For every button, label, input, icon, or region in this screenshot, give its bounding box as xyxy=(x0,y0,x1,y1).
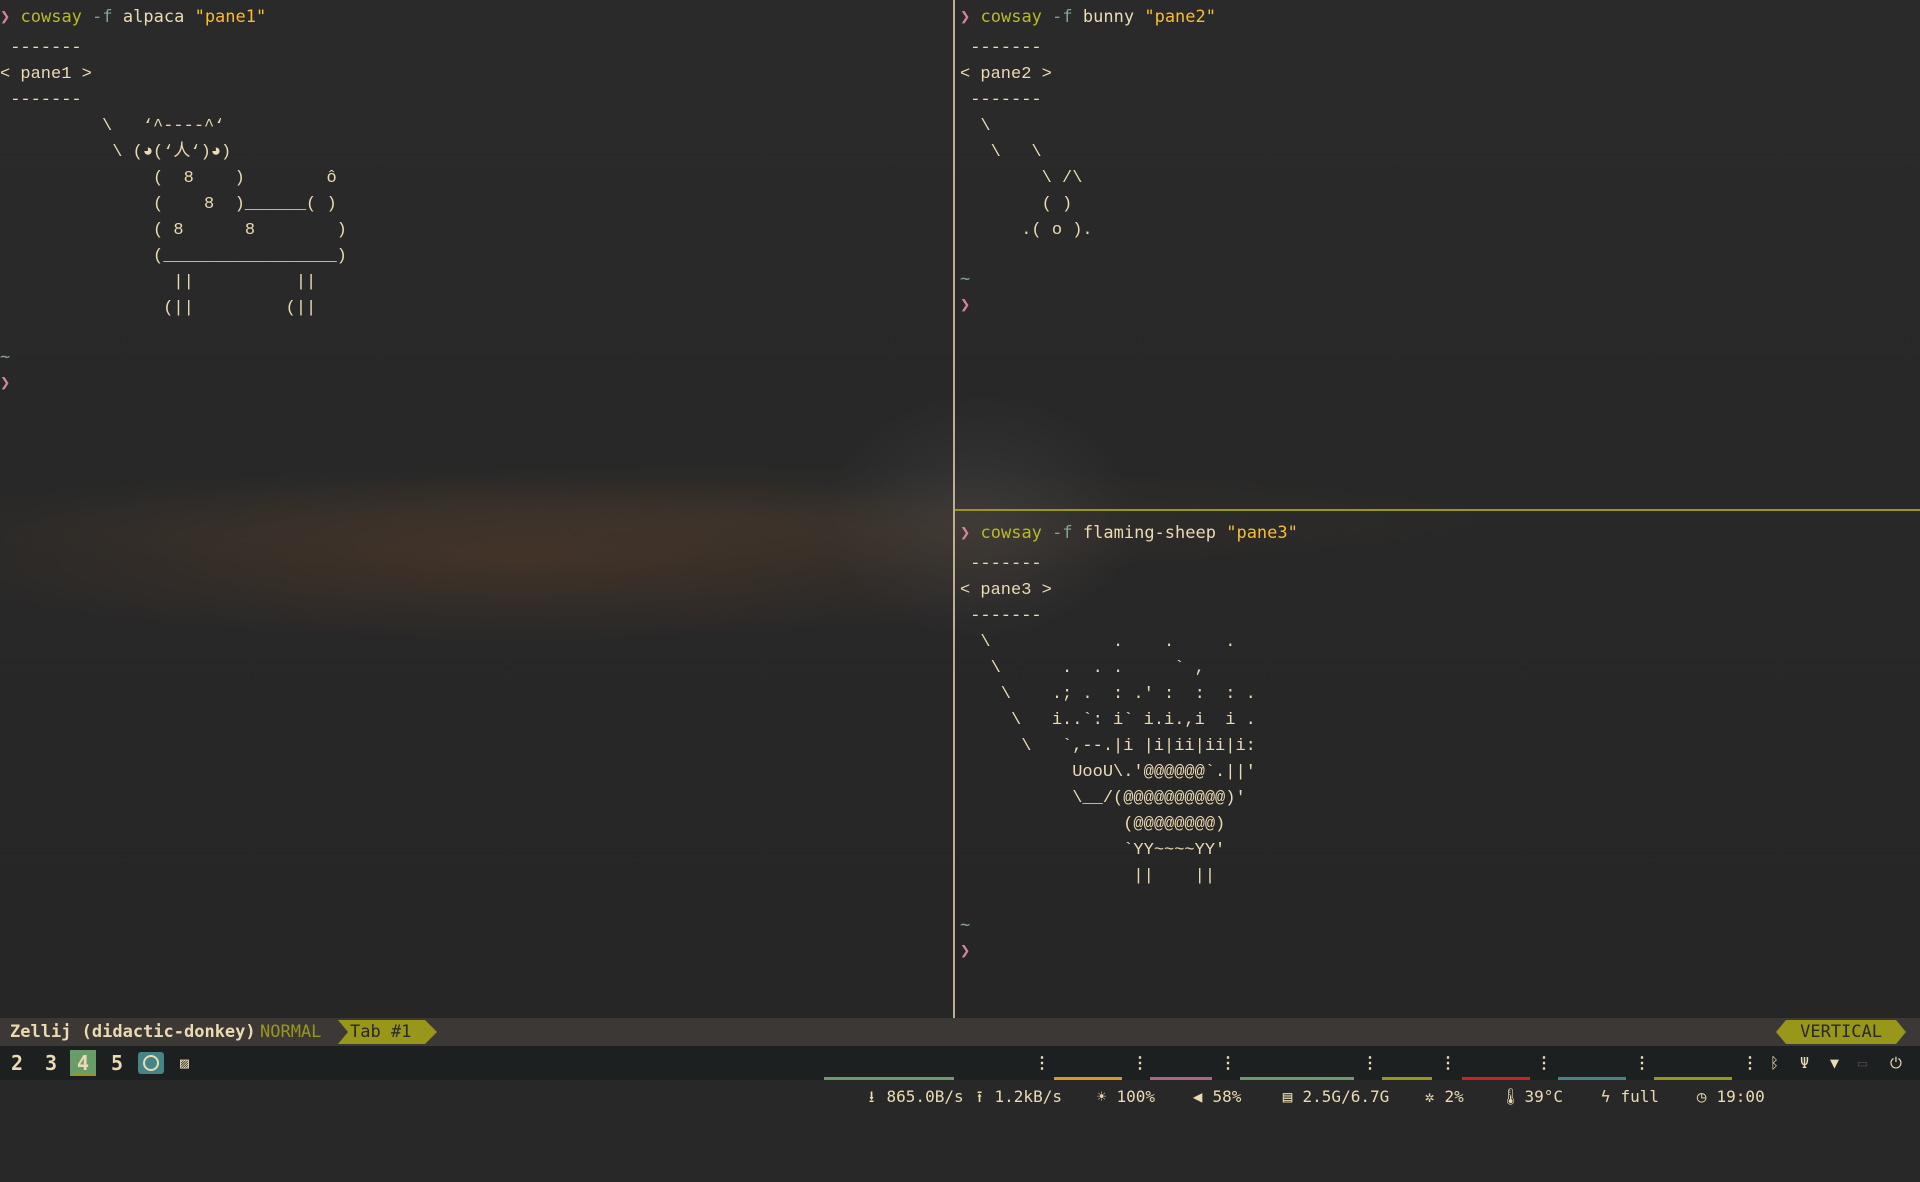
prompt-symbol: ❯ xyxy=(960,7,971,27)
volume-value: 58% xyxy=(1212,1087,1242,1106)
memory-value: 2.5G/6.7G xyxy=(1302,1087,1390,1106)
workspace-2[interactable]: 2 xyxy=(4,1050,30,1076)
cpu-icon: ✲ xyxy=(1424,1087,1435,1106)
separator: ⋮ xyxy=(1634,1053,1650,1072)
layout-indicator[interactable]: VERTICAL xyxy=(1776,1020,1906,1044)
prompt-symbol: ❯ xyxy=(0,7,11,27)
empty-line-marker: ~ xyxy=(960,915,971,935)
workspace-3[interactable]: 3 xyxy=(38,1050,64,1076)
command-name: cowsay xyxy=(980,7,1042,27)
system-bar: 2 3 4 5 ▨ ⭳ 865.0B/s ⭱ 1.2kB/s ⋮ ☀ 100% ⋮ ◀… xyxy=(0,1046,1920,1106)
input-prompt[interactable]: ❯ xyxy=(0,370,10,396)
keyboard-icon[interactable]: ▭ xyxy=(1858,1046,1867,1080)
command-name: cowsay xyxy=(20,7,82,27)
command-line: ❯ cowsay -f flaming-sheep "pane3" xyxy=(960,520,1298,546)
volume-module[interactable]: ◀ 58% xyxy=(1150,1046,1241,1106)
hidden-window-icon[interactable]: ▨ xyxy=(180,1046,189,1080)
separator: ⋮ xyxy=(1440,1053,1456,1072)
command-flag: -f xyxy=(92,7,113,27)
cpu-module[interactable]: ✲ 2% xyxy=(1382,1046,1464,1106)
sun-icon: ☀ xyxy=(1096,1087,1107,1106)
tab-1[interactable]: Tab #1 xyxy=(338,1020,438,1044)
terminal-pane-3[interactable]: ❯ cowsay -f flaming-sheep "pane3" ------… xyxy=(956,512,1920,1018)
thermometer-icon: 🌡 xyxy=(1500,1087,1521,1106)
special-workspace-icon[interactable] xyxy=(138,1052,164,1074)
command-string: "pane2" xyxy=(1144,7,1216,27)
separator: ⋮ xyxy=(1220,1053,1236,1072)
plug-icon: ϟ xyxy=(1600,1087,1611,1106)
download-icon: ⭳ xyxy=(868,1087,875,1106)
tab-label: Tab #1 xyxy=(350,1022,412,1042)
cowsay-output: ------- < pane3 > ------- \ . . . \ . . … xyxy=(960,555,1256,886)
command-arg: flaming-sheep xyxy=(1082,523,1216,543)
command-line: ❯ cowsay -f alpaca "pane1" xyxy=(0,4,266,30)
separator: ⋮ xyxy=(1132,1053,1148,1072)
cpu-value: 2% xyxy=(1444,1087,1464,1106)
terminal-pane-2[interactable]: ❯ cowsay -f bunny "pane2" ------- < pane… xyxy=(956,0,1920,508)
layout-label: VERTICAL xyxy=(1800,1022,1882,1042)
brightness-module[interactable]: ☀ 100% xyxy=(1054,1046,1155,1106)
command-arg: bunny xyxy=(1082,7,1135,27)
separator: ⋮ xyxy=(1536,1053,1552,1072)
clock-value: 19:00 xyxy=(1716,1087,1765,1106)
clock-module[interactable]: ◷ 19:00 xyxy=(1654,1046,1765,1106)
pane-divider-horizontal[interactable] xyxy=(955,509,1920,511)
input-prompt[interactable]: ❯ xyxy=(960,292,970,318)
upload-icon: ⭱ xyxy=(976,1087,983,1106)
clock-icon: ◷ xyxy=(1696,1087,1707,1106)
zellij-tab-bar: Zellij (didactic-donkey) NORMAL Tab #1 V… xyxy=(0,1018,1920,1046)
speaker-icon: ◀ xyxy=(1192,1087,1203,1106)
command-arg: alpaca xyxy=(122,7,185,27)
workspace-label: 2 xyxy=(10,1051,24,1075)
cowsay-output: ------- < pane2 > ------- \ \ \ \ /\ ( )… xyxy=(960,39,1093,240)
workspace-label: 3 xyxy=(44,1051,58,1075)
memory-icon: ▤ xyxy=(1282,1087,1293,1106)
upload-value: 1.2kB/s xyxy=(994,1087,1062,1106)
command-name: cowsay xyxy=(980,523,1042,543)
memory-module[interactable]: ▤ 2.5G/6.7G xyxy=(1240,1046,1389,1106)
input-prompt[interactable]: ❯ xyxy=(960,938,970,964)
bluetooth-icon[interactable]: ᛒ xyxy=(1770,1046,1779,1080)
empty-line-marker: ~ xyxy=(960,269,971,289)
command-string: "pane3" xyxy=(1226,523,1298,543)
session-name: Zellij (didactic-donkey) xyxy=(10,1022,256,1042)
network-upload[interactable]: ⭱ 1.2kB/s xyxy=(932,1046,1062,1106)
workspace-label: 4 xyxy=(76,1051,90,1075)
temperature-module[interactable]: 🌡 39°C xyxy=(1462,1046,1563,1106)
terminal-pane-1[interactable]: ❯ cowsay -f alpaca "pane1" ------- < pan… xyxy=(0,0,954,1018)
command-line: ❯ cowsay -f bunny "pane2" xyxy=(960,4,1216,30)
command-flag: -f xyxy=(1052,523,1073,543)
usb-icon[interactable]: Ψ xyxy=(1800,1046,1809,1080)
power-icon[interactable]: ⏻ xyxy=(1890,1046,1902,1080)
cowsay-output: ------- < pane1 > ------- \ ‘^----^‘ \ (… xyxy=(0,39,347,318)
prompt-symbol: ❯ xyxy=(960,523,971,543)
separator: ⋮ xyxy=(1362,1053,1378,1072)
workspace-5[interactable]: 5 xyxy=(104,1050,130,1076)
workspace-4[interactable]: 4 xyxy=(70,1050,96,1076)
command-flag: -f xyxy=(1052,7,1073,27)
mode-indicator: NORMAL xyxy=(260,1022,322,1042)
empty-line-marker: ~ xyxy=(0,347,11,367)
command-string: "pane1" xyxy=(194,7,267,27)
workspace-label: 5 xyxy=(110,1051,124,1075)
separator: ⋮ xyxy=(1034,1053,1050,1072)
separator: ⋮ xyxy=(1742,1053,1758,1072)
wifi-icon[interactable]: ▼ xyxy=(1830,1046,1839,1080)
battery-module[interactable]: ϟ full xyxy=(1558,1046,1659,1106)
